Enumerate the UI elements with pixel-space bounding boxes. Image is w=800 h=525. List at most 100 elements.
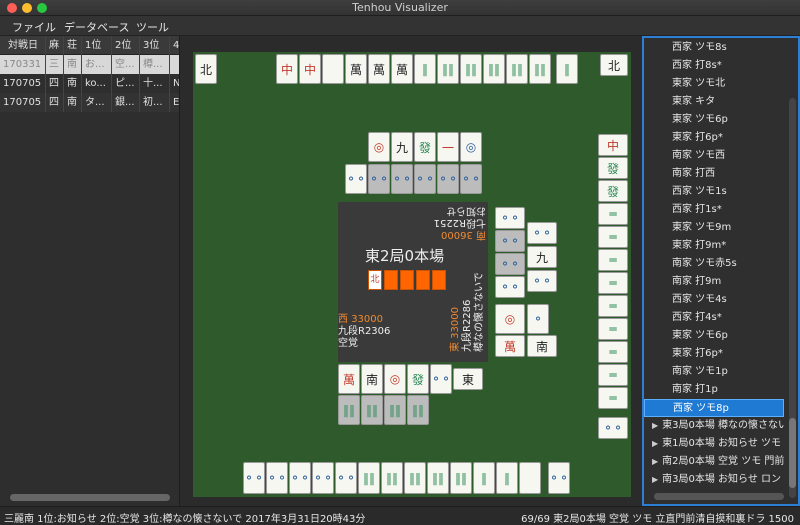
log-round-group[interactable]: ▶ 東3局0本場 樽なの懐さないで [644, 417, 784, 435]
drawn-tile[interactable]: ⚬⚬ [548, 462, 570, 494]
tile-character: 萬 [368, 54, 390, 84]
title-bar: Tenhou Visualizer [0, 0, 800, 16]
col-fourth[interactable]: 4 [170, 36, 179, 55]
tile-bamboo: ‖‖ [460, 54, 482, 84]
west-rank: 九段R2306 [338, 326, 391, 337]
log-entry[interactable]: 東家 打6p* [644, 345, 784, 363]
expand-caret-icon[interactable]: ▶ [652, 471, 658, 489]
cell-date: 170705 [0, 93, 46, 112]
log-entry[interactable]: 南家 打9m [644, 273, 784, 291]
log-entry[interactable]: 東家 ツモ9m [644, 219, 784, 237]
tile-green-dragon: 發 [598, 157, 628, 179]
tile-circle: ⚬⚬ [495, 276, 525, 298]
hand-tile[interactable]: ‖ [473, 462, 495, 494]
log-round-group[interactable]: ▶ 南3局0本場 お知らせ ロン 自 [644, 471, 784, 489]
log-entry[interactable]: 南家 打1p [644, 381, 784, 399]
hand-tile[interactable]: ⚬⚬ [312, 462, 334, 494]
tile-circle: ⚬⚬ [345, 164, 367, 194]
east-score: 33000 [450, 307, 461, 339]
north-tile-label: 北 [199, 62, 212, 77]
col-third[interactable]: 3位 [140, 36, 170, 55]
west-score: 33000 [351, 314, 383, 325]
tile-south-wind: 南 [361, 364, 383, 394]
log-entry[interactable]: 東家 キタ [644, 93, 784, 111]
log-scrollbar-thumb[interactable] [789, 418, 796, 488]
hand-tile[interactable]: ⚬⚬ [335, 462, 357, 494]
expand-caret-icon[interactable]: ▶ [652, 453, 658, 471]
hand-tile[interactable]: ‖‖ [427, 462, 449, 494]
col-first[interactable]: 1位 [82, 36, 112, 55]
table-row[interactable]: 170705 四 南 タ... 銀... 初... E... [0, 93, 179, 112]
hand-tile[interactable]: ‖‖ [358, 462, 380, 494]
hand-tile[interactable]: ‖‖ [404, 462, 426, 494]
tile-bamboo: ‖‖ [506, 54, 528, 84]
log-entry[interactable]: 東家 ツモ6p [644, 111, 784, 129]
col-date[interactable]: 対戦日 [0, 36, 46, 55]
table-row[interactable]: 170705 四 南 ko... ピ... 十... N... [0, 74, 179, 93]
hand-tile[interactable] [519, 462, 541, 494]
south-name: お知らせ [446, 205, 486, 216]
hand-tile[interactable]: ‖‖ [450, 462, 472, 494]
tile-bamboo: ═ [598, 295, 628, 317]
log-entry[interactable]: 西家 ツモ4s [644, 291, 784, 309]
log-entry[interactable]: 西家 打1s* [644, 201, 784, 219]
east-rank: 九段R2286 [462, 299, 473, 352]
game-list-scrollbar[interactable] [10, 494, 170, 501]
status-left-text: 三麗南 1位:お知らせ 2位:空覚 3位:樽なの懐さないで 2017年3月31日… [4, 514, 366, 525]
table-row[interactable]: 170331 三 南 お... 空... 樽... [0, 55, 179, 74]
tile-bamboo: ‖ [556, 54, 578, 84]
hand-tile[interactable]: ⚬⚬ [266, 462, 288, 494]
col-length[interactable]: 荘 [64, 36, 82, 55]
tile-bamboo: ═ [598, 203, 628, 225]
hand-tile[interactable]: ‖ [496, 462, 518, 494]
cell-players: 四 [46, 93, 64, 112]
hand-tile[interactable]: ⚬⚬ [289, 462, 311, 494]
log-entry[interactable]: 南家 ツモ1p [644, 363, 784, 381]
tile-bamboo: ‖‖ [529, 54, 551, 84]
log-entry[interactable]: 西家 ツモ8s [644, 39, 784, 57]
log-entry[interactable]: 西家 ツモ8p [644, 399, 784, 417]
log-entry[interactable]: 西家 打4s* [644, 309, 784, 327]
tile-character: 九 [527, 246, 557, 268]
center-info-box: 東2局0本場 北 南 36000 七段R2251 お知らせ 西 33000 九段… [338, 202, 488, 362]
log-round-group[interactable]: ▶ 南2局0本場 空覚 ツモ 門前清 [644, 453, 784, 471]
tile-circle: ⚬⚬ [527, 270, 557, 292]
col-second[interactable]: 2位 [112, 36, 140, 55]
north-seat-tile: 北 [195, 54, 217, 84]
cell-players: 四 [46, 74, 64, 93]
log-horizontal-scrollbar[interactable] [654, 493, 784, 500]
cell-date: 170331 [0, 55, 46, 74]
tile-circle: ⚬⚬ [414, 164, 436, 194]
log-entry[interactable]: 西家 打8s* [644, 57, 784, 75]
log-entry[interactable]: 東家 打6p* [644, 129, 784, 147]
log-round-label: 東3局0本場 樽なの懐さないで [662, 420, 784, 431]
expand-caret-icon[interactable]: ▶ [652, 417, 658, 435]
menu-database[interactable]: データベース [64, 19, 129, 35]
hand-tile[interactable]: ⚬⚬ [243, 462, 265, 494]
menu-tools[interactable]: ツール [136, 19, 169, 35]
log-entry[interactable]: 南家 ツモ西 [644, 147, 784, 165]
status-bar: 三麗南 1位:お知らせ 2位:空覚 3位:樽なの懐さないで 2017年3月31日… [0, 506, 800, 525]
log-entry[interactable]: 東家 ツモ北 [644, 75, 784, 93]
tile-bamboo: ═ [598, 341, 628, 363]
tile-bamboo: ‖‖ [338, 395, 360, 425]
log-entry[interactable]: 西家 ツモ1s [644, 183, 784, 201]
tile-bamboo: ‖‖ [361, 395, 383, 425]
cell-third: 樽... [140, 55, 170, 74]
hand-tile[interactable]: ‖‖ [381, 462, 403, 494]
menu-file[interactable]: ファイル [12, 19, 56, 35]
log-entry[interactable]: 南家 打西 [644, 165, 784, 183]
expand-caret-icon[interactable]: ▶ [652, 435, 658, 453]
col-players[interactable]: 麻 [46, 36, 64, 55]
log-round-label: 南2局0本場 空覚 ツモ 門前清 [662, 456, 784, 467]
log-entry[interactable]: 南家 ツモ赤5s [644, 255, 784, 273]
tile-character: 萬 [495, 335, 525, 357]
log-round-group[interactable]: ▶ 東1局0本場 お知らせ ツモ 立直 [644, 435, 784, 453]
cell-third: 初... [140, 93, 170, 112]
south-rank: 七段R2251 [433, 217, 486, 228]
tile-bamboo: ═ [598, 318, 628, 340]
tile-bamboo: ‖‖ [407, 395, 429, 425]
log-entry[interactable]: 東家 打9m* [644, 237, 784, 255]
tile-circle: ⚬ [527, 304, 549, 334]
log-entry[interactable]: 東家 ツモ6p [644, 327, 784, 345]
